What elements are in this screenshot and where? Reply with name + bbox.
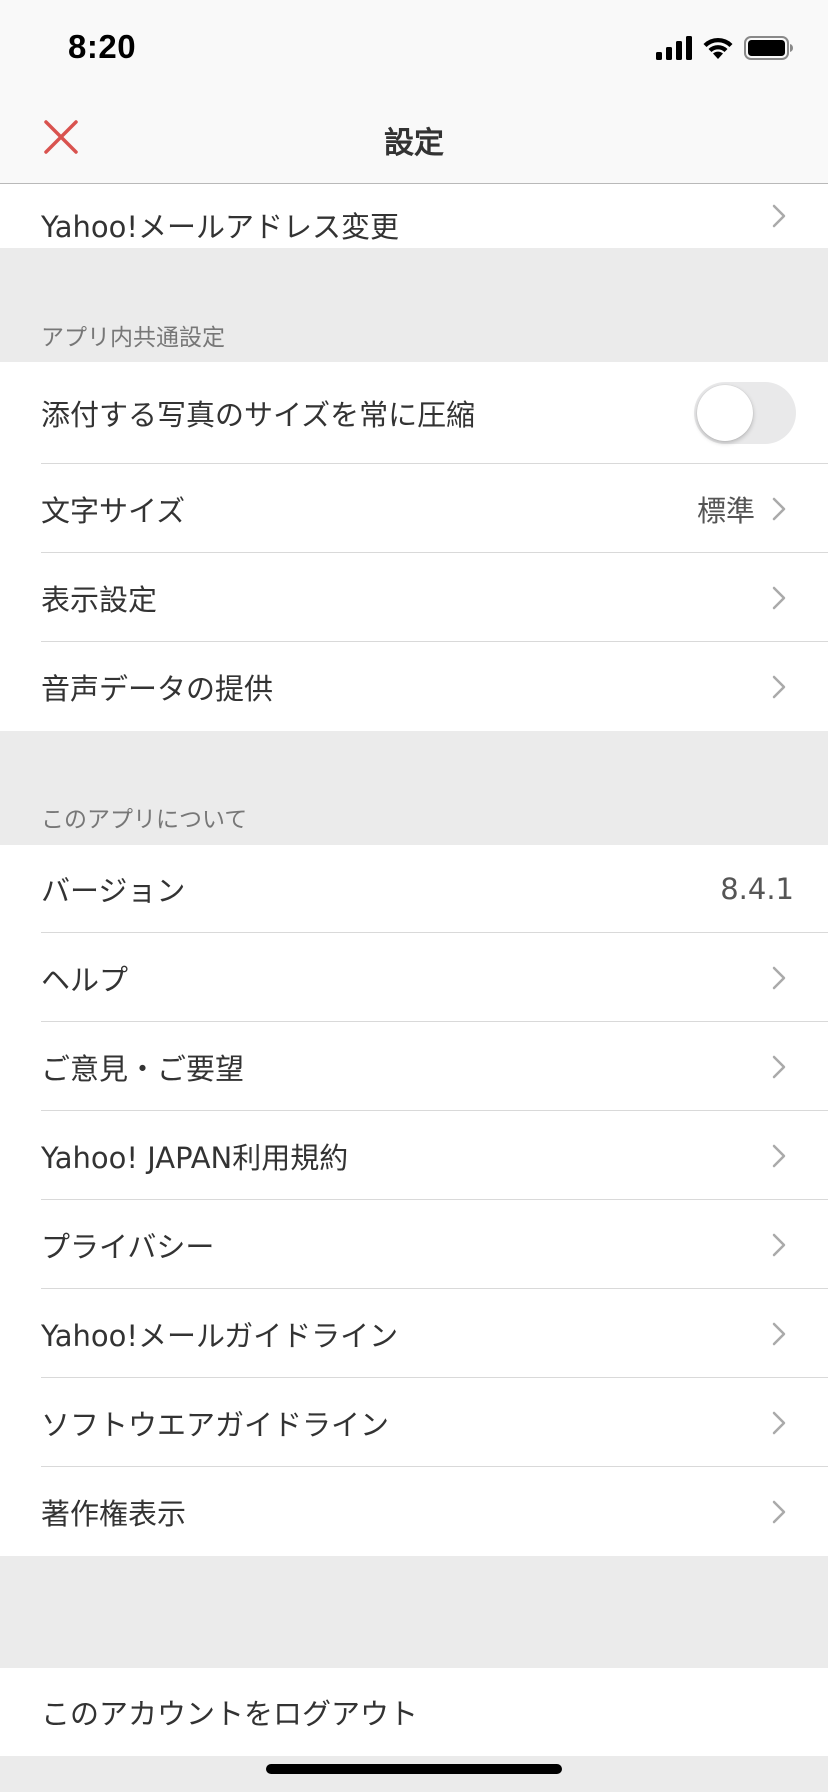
chevron-right-icon [772,966,786,990]
chevron-right-icon [772,1411,786,1435]
chevron-right-icon [772,1322,786,1346]
chevron-right-icon [772,1144,786,1168]
row-label: Yahoo! JAPAN利用規約 [41,1140,349,1175]
row-voice-data[interactable]: 音声データの提供 [0,642,828,731]
chevron-right-icon [772,1233,786,1257]
chevron-right-icon [772,675,786,699]
chevron-right-icon [772,1500,786,1524]
toggle-knob [697,385,753,441]
home-indicator [266,1764,562,1774]
status-icons [656,36,794,64]
chevron-right-icon [772,497,786,521]
nav-bar: 設定 [0,96,828,184]
row-label: ソフトウエアガイドライン [41,1407,390,1442]
status-time: 8:20 [68,28,137,65]
row-display-settings[interactable]: 表示設定 [0,553,828,642]
row-label: Yahoo!メールアドレス変更 [41,210,399,244]
signal-icon [656,36,692,64]
section-header-app-common: アプリ内共通設定 [41,325,225,351]
row-label: 添付する写真のサイズを常に圧縮 [41,398,476,432]
section-header-about-app: このアプリについて [41,807,248,833]
row-label: 表示設定 [41,582,158,617]
version-value: 8.4.1 [720,872,794,906]
logout-button[interactable]: このアカウントをログアウト [0,1668,828,1756]
row-copyright[interactable]: 著作権表示 [0,1467,828,1556]
row-label: ご意見・ご要望 [41,1051,245,1086]
row-label: 著作権表示 [41,1496,187,1531]
row-label: このアカウントをログアウト [41,1697,419,1731]
wifi-icon [702,36,734,64]
status-bar: 8:20 [0,0,828,96]
row-privacy[interactable]: プライバシー [0,1200,828,1289]
row-label: 音声データの提供 [41,671,274,706]
row-text-size[interactable]: 文字サイズ 標準 [0,464,828,553]
row-label: プライバシー [41,1229,215,1264]
page-title: 設定 [384,126,444,161]
compress-photos-toggle[interactable] [694,382,796,444]
chevron-right-icon [772,1055,786,1079]
row-help[interactable]: ヘルプ [0,933,828,1022]
text-size-value: 標準 [696,493,755,528]
row-label: ヘルプ [41,962,129,997]
row-version: バージョン 8.4.1 [0,845,828,933]
row-label: バージョン [41,874,186,908]
row-label: 文字サイズ [41,493,186,528]
battery-icon [744,36,794,64]
row-feedback[interactable]: ご意見・ご要望 [0,1022,828,1111]
row-label: Yahoo!メールガイドライン [41,1318,399,1353]
chevron-right-icon [772,204,786,228]
chevron-right-icon [772,586,786,610]
row-terms[interactable]: Yahoo! JAPAN利用規約 [0,1111,828,1200]
row-compress-photos: 添付する写真のサイズを常に圧縮 [0,362,828,464]
row-mail-guidelines[interactable]: Yahoo!メールガイドライン [0,1289,828,1378]
row-software-guidelines[interactable]: ソフトウエアガイドライン [0,1378,828,1467]
row-mail-address-change[interactable]: Yahoo!メールアドレス変更 [0,184,828,248]
